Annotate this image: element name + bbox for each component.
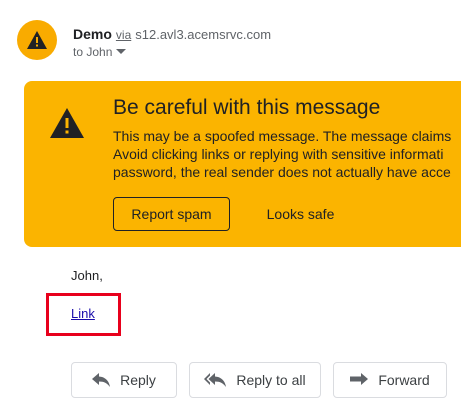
- banner-body: This may be a spoofed message. The messa…: [113, 127, 451, 181]
- banner-body-line: Avoid clicking links or replying with se…: [113, 146, 444, 162]
- caret-down-icon[interactable]: [116, 49, 127, 55]
- reply-button[interactable]: Reply: [71, 362, 177, 398]
- sender-line: Demo via s12.avl3.acemsrvc.com: [73, 26, 271, 42]
- report-spam-button[interactable]: Report spam: [113, 197, 230, 231]
- banner-body-line: password, the real sender does not actua…: [113, 164, 451, 180]
- message-link[interactable]: Link: [71, 306, 95, 321]
- forward-label: Forward: [378, 372, 430, 388]
- forward-button[interactable]: Forward: [333, 362, 447, 398]
- sender-domain: s12.avl3.acemsrvc.com: [135, 27, 272, 42]
- warning-icon: [50, 108, 84, 138]
- reply-icon: [92, 373, 111, 387]
- reply-label: Reply: [120, 372, 156, 388]
- recipient-text: to John: [73, 45, 113, 59]
- banner-warning-icon-wrap: [50, 108, 84, 143]
- reply-all-icon: [204, 373, 227, 387]
- sender-avatar: [17, 20, 57, 60]
- via-label[interactable]: via: [116, 28, 131, 42]
- reply-all-label: Reply to all: [236, 372, 306, 388]
- banner-title: Be careful with this message: [113, 96, 381, 119]
- reply-all-button[interactable]: Reply to all: [189, 362, 321, 398]
- sender-name[interactable]: Demo: [73, 26, 112, 42]
- recipient-line[interactable]: to John: [73, 45, 127, 59]
- warning-icon: [27, 31, 47, 49]
- message-greeting: John,: [71, 268, 103, 283]
- banner-body-line: This may be a spoofed message. The messa…: [113, 128, 452, 144]
- looks-safe-button[interactable]: Looks safe: [244, 197, 357, 231]
- forward-icon: [350, 373, 369, 385]
